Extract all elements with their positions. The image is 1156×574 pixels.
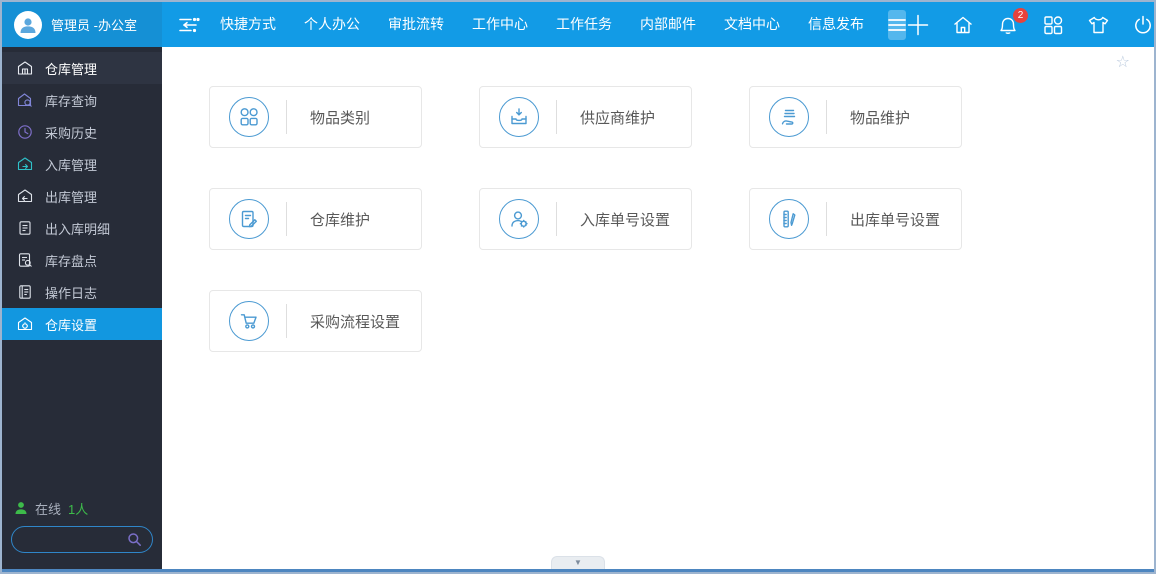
warehouse-edit-icon <box>229 199 269 239</box>
detail-document-icon <box>16 220 33 237</box>
collapse-arrow-icon: ▼ <box>574 558 582 567</box>
bottom-border-line <box>2 569 1154 572</box>
main-content: ☆ 物品类别 供应商维护 物品维护 仓库维护 入库单号设置 出库单号设置 采购流… <box>162 47 1154 569</box>
menu-item-shortcuts[interactable]: 快捷方式 <box>206 2 290 47</box>
menu-item-document-center[interactable]: 文档中心 <box>710 2 794 47</box>
inbound-number-icon <box>499 199 539 239</box>
user-avatar-icon <box>14 10 42 39</box>
sidebar-item-label: 操作日志 <box>45 285 98 301</box>
inventory-search-icon <box>16 92 33 109</box>
sidebar-item-stocktaking[interactable]: 库存盘点 <box>2 244 162 276</box>
card-purchase-flow-settings[interactable]: 采购流程设置 <box>209 290 422 352</box>
online-status: 在线 1人 <box>2 495 162 521</box>
card-goods-maintenance[interactable]: 物品维护 <box>749 86 962 148</box>
sidebar-item-operation-log[interactable]: 操作日志 <box>2 276 162 308</box>
sidebar-collapse-icon[interactable] <box>176 15 200 35</box>
search-icon[interactable] <box>127 532 142 547</box>
apps-grid-icon[interactable] <box>1041 13 1065 37</box>
menu-item-info-publish[interactable]: 信息发布 <box>794 2 878 47</box>
sidebar-item-label: 采购历史 <box>45 125 98 141</box>
card-supplier-maintenance[interactable]: 供应商维护 <box>479 86 692 148</box>
outbound-number-icon <box>769 199 809 239</box>
card-divider <box>826 100 827 134</box>
log-book-icon <box>16 284 33 301</box>
main-menu: 快捷方式 个人办公 审批流转 工作中心 工作任务 内部邮件 文档中心 信息发布 <box>206 2 878 47</box>
online-label: 在线 <box>35 501 62 517</box>
sidebar-item-label: 入库管理 <box>45 157 98 173</box>
goods-icon <box>769 97 809 137</box>
card-label: 入库单号设置 <box>580 211 671 229</box>
card-label: 物品类别 <box>310 109 371 127</box>
power-logout-icon[interactable] <box>1131 13 1155 37</box>
card-label: 出库单号设置 <box>850 211 941 229</box>
sidebar-item-label: 库存查询 <box>45 93 98 109</box>
online-user-icon <box>15 502 27 514</box>
sidebar-search-box <box>11 526 153 553</box>
menu-item-internal-mail[interactable]: 内部邮件 <box>626 2 710 47</box>
notifications-bell-icon[interactable]: 2 <box>996 7 1028 37</box>
theme-shirt-icon[interactable] <box>1086 13 1110 37</box>
add-icon[interactable] <box>906 13 930 37</box>
more-menu-button[interactable] <box>888 9 906 40</box>
categories-icon <box>229 97 269 137</box>
card-divider <box>286 304 287 338</box>
notification-badge: 2 <box>1013 7 1028 23</box>
user-profile[interactable]: 管理员 -办公室 <box>2 2 162 47</box>
inbound-icon <box>16 156 33 173</box>
settings-card-grid: 物品类别 供应商维护 物品维护 仓库维护 入库单号设置 出库单号设置 采购流程设… <box>209 86 999 352</box>
card-divider <box>286 100 287 134</box>
sidebar-item-inbound-management[interactable]: 入库管理 <box>2 148 162 180</box>
top-bar: 管理员 -办公室 快捷方式 个人办公 审批流转 工作中心 工作任务 内部邮件 文… <box>2 2 1154 47</box>
topbar-icon-group: 2 <box>906 7 1155 37</box>
app-window: 管理员 -办公室 快捷方式 个人办公 审批流转 工作中心 工作任务 内部邮件 文… <box>0 0 1156 574</box>
menu-item-work-center[interactable]: 工作中心 <box>458 2 542 47</box>
sidebar-item-label: 库存盘点 <box>45 253 98 269</box>
card-inbound-number-settings[interactable]: 入库单号设置 <box>479 188 692 250</box>
card-divider <box>556 100 557 134</box>
online-count: 1人 <box>68 501 89 517</box>
sidebar-item-inout-detail[interactable]: 出入库明细 <box>2 212 162 244</box>
outbound-icon <box>16 188 33 205</box>
card-label: 物品维护 <box>850 109 911 127</box>
sidebar-item-label: 仓库设置 <box>45 317 98 333</box>
stocktake-icon <box>16 252 33 269</box>
menu-item-work-tasks[interactable]: 工作任务 <box>542 2 626 47</box>
user-name: 管理员 -办公室 <box>51 18 137 33</box>
card-label: 采购流程设置 <box>310 313 401 331</box>
supplier-icon <box>499 97 539 137</box>
sidebar-item-purchase-history[interactable]: 采购历史 <box>2 116 162 148</box>
card-divider <box>556 202 557 236</box>
sidebar-item-label: 出库管理 <box>45 189 98 205</box>
history-clock-icon <box>16 124 33 141</box>
sidebar-item-inventory-query[interactable]: 库存查询 <box>2 84 162 116</box>
menu-item-approval-flow[interactable]: 审批流转 <box>374 2 458 47</box>
card-label: 仓库维护 <box>310 211 371 229</box>
sidebar-item-warehouse-management[interactable]: 仓库管理 <box>2 52 162 84</box>
card-item-category[interactable]: 物品类别 <box>209 86 422 148</box>
menu-item-personal-office[interactable]: 个人办公 <box>290 2 374 47</box>
warehouse-settings-icon <box>16 316 33 333</box>
home-icon[interactable] <box>951 13 975 37</box>
sidebar: 仓库管理 库存查询 采购历史 入库管理 出库管理 出入库明细 库存盘点 操作日志… <box>2 47 162 569</box>
favorite-star-icon[interactable]: ☆ <box>1116 55 1130 71</box>
sidebar-search-input[interactable] <box>12 532 127 547</box>
warehouse-icon <box>16 60 33 77</box>
card-label: 供应商维护 <box>580 109 656 127</box>
sidebar-item-label: 出入库明细 <box>45 221 111 237</box>
card-outbound-number-settings[interactable]: 出库单号设置 <box>749 188 962 250</box>
sidebar-menu: 仓库管理 库存查询 采购历史 入库管理 出库管理 出入库明细 库存盘点 操作日志… <box>2 47 162 340</box>
bottom-collapse-tab[interactable]: ▼ <box>551 556 605 569</box>
sidebar-item-outbound-management[interactable]: 出库管理 <box>2 180 162 212</box>
sidebar-item-warehouse-settings[interactable]: 仓库设置 <box>2 308 162 340</box>
purchase-flow-icon <box>229 301 269 341</box>
card-divider <box>826 202 827 236</box>
card-divider <box>286 202 287 236</box>
card-warehouse-maintenance[interactable]: 仓库维护 <box>209 188 422 250</box>
sidebar-item-label: 仓库管理 <box>45 61 98 77</box>
